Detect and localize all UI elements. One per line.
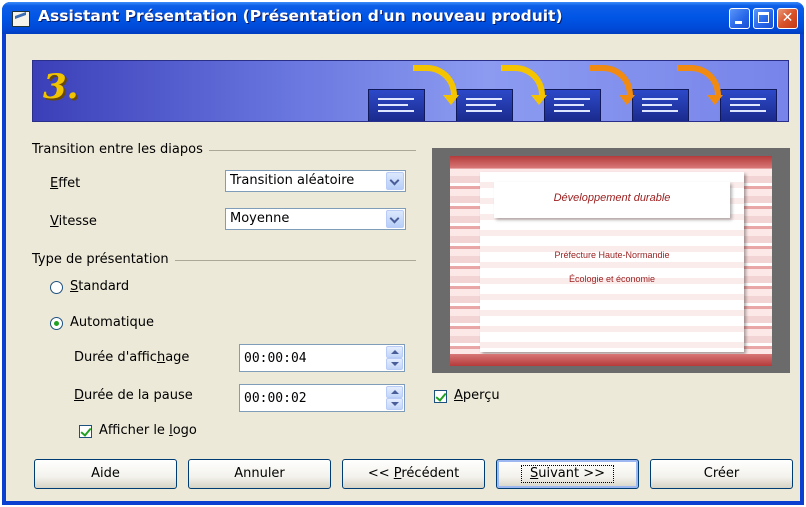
spin-up-icon[interactable] [386, 346, 403, 358]
app-icon [12, 11, 30, 27]
step-arrow-icon [531, 95, 547, 105]
create-button[interactable]: Créer [650, 459, 793, 489]
preview-slide-line1: Préfecture Haute-Normandie [554, 250, 670, 260]
pause-duration-label: Durée de la pause [74, 388, 193, 403]
pause-duration-spinner[interactable]: 00:00:02 [239, 384, 405, 412]
display-duration-spinner[interactable]: 00:00:04 [239, 344, 405, 372]
spin-down-icon[interactable] [386, 358, 403, 370]
speed-value: Moyenne [230, 211, 290, 226]
preview-slide: Développement durable Préfecture Haute-N… [450, 156, 772, 366]
spin-down-icon[interactable] [386, 398, 403, 410]
step-arrow-icon [589, 65, 633, 97]
maximize-icon [758, 12, 769, 23]
preview-slide-title: Développement durable [553, 192, 671, 204]
step-arrow-icon [443, 95, 459, 105]
step-arrow-icon [619, 95, 635, 105]
wizard-window: Assistant Présentation (Présentation d'u… [2, 2, 804, 505]
window-title: Assistant Présentation (Présentation d'u… [38, 7, 563, 25]
step-arrow-icon [413, 65, 457, 97]
standard-label[interactable]: Standard [70, 279, 129, 294]
step-page-icon [720, 89, 777, 121]
show-logo-label[interactable]: Afficher le logo [99, 423, 197, 438]
effect-select[interactable]: Transition aléatoire [225, 170, 406, 192]
minimize-button[interactable] [729, 8, 750, 29]
help-button[interactable]: Aide [34, 459, 177, 489]
step-banner: 3. [32, 60, 789, 122]
maximize-button[interactable] [753, 8, 774, 29]
transition-group-label: Transition entre les diapos [32, 142, 209, 157]
close-icon: ✕ [781, 10, 794, 26]
minimize-icon [735, 21, 742, 24]
previous-button[interactable]: << Précédent [342, 459, 485, 489]
pause-duration-value: 00:00:02 [244, 391, 307, 406]
standard-radio[interactable] [50, 281, 63, 294]
next-button[interactable]: Suivant >> [496, 459, 639, 489]
speed-label: Vitesse [50, 214, 97, 229]
presentation-type-group-label: Type de présentation [32, 252, 175, 267]
spin-up-icon[interactable] [386, 386, 403, 398]
show-logo-checkbox[interactable] [79, 425, 92, 438]
step-arrow-icon [677, 65, 721, 97]
effect-value: Transition aléatoire [230, 173, 355, 188]
cancel-button[interactable]: Annuler [188, 459, 331, 489]
slide-preview: Développement durable Préfecture Haute-N… [432, 148, 790, 373]
chevron-down-icon[interactable] [386, 210, 404, 228]
effect-label: Effet [50, 176, 81, 191]
close-button[interactable]: ✕ [777, 8, 798, 29]
step-number: 3. [43, 67, 79, 107]
dialog-body: 3. Transition entre les diapos Effet Tra… [6, 34, 800, 501]
chevron-down-icon[interactable] [386, 172, 404, 190]
automatic-radio[interactable] [50, 317, 63, 330]
step-arrow-icon [501, 65, 545, 97]
title-bar[interactable]: Assistant Présentation (Présentation d'u… [2, 2, 804, 34]
preview-slide-line2: Écologie et économie [568, 274, 656, 284]
display-duration-value: 00:00:04 [244, 351, 307, 366]
step-arrow-icon [707, 95, 723, 105]
automatic-label[interactable]: Automatique [70, 315, 154, 330]
preview-checkbox[interactable] [434, 390, 447, 403]
display-duration-label: Durée d'affichage [74, 350, 190, 365]
focus-ring [521, 465, 614, 483]
preview-label[interactable]: Aperçu [454, 388, 500, 403]
speed-select[interactable]: Moyenne [225, 208, 406, 230]
